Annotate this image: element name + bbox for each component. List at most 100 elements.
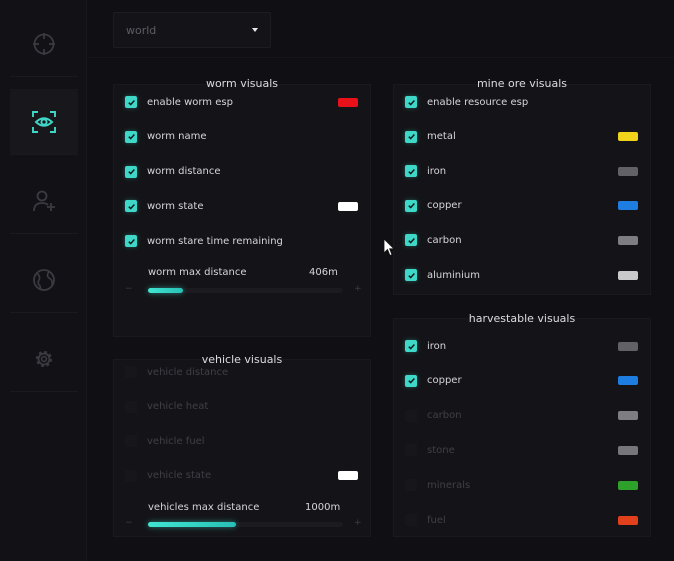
worm-worm-stare-time-remaining-label: worm stare time remaining <box>147 235 283 247</box>
worm-worm-state-color-swatch[interactable] <box>338 201 358 211</box>
mine-copper-label: copper <box>427 200 462 212</box>
vehicle-vehicle-heat-checkbox[interactable] <box>125 400 137 413</box>
mine-metal-color-swatch[interactable] <box>618 132 638 142</box>
mine-enable-resource-esp-label: enable resource esp <box>427 96 529 108</box>
harvest-stone-label: stone <box>427 444 455 456</box>
harvest-copper-color-swatch[interactable] <box>618 376 638 386</box>
worm-worm-stare-time-remaining-checkbox[interactable] <box>125 235 137 248</box>
vehicle-vehicle-fuel-checkbox[interactable] <box>125 435 137 448</box>
vehicle-vehicle-state-checkbox[interactable] <box>125 469 137 482</box>
mine-iron-checkbox[interactable] <box>405 165 417 178</box>
vehicle-vehicle-state-color-swatch[interactable] <box>338 471 358 481</box>
worm-distance-increase[interactable]: + <box>354 284 362 294</box>
mine-aluminium-row: aluminium <box>394 265 650 285</box>
harvest-fuel-color-swatch[interactable] <box>618 515 638 525</box>
harvest-iron-color-swatch[interactable] <box>618 341 638 351</box>
vehicle-vehicle-distance-label: vehicle distance <box>147 366 229 378</box>
user-add-icon <box>33 190 55 211</box>
mine-aluminium-checkbox[interactable] <box>405 269 417 281</box>
vehicle-vehicle-distance-row: vehicle distance <box>114 362 370 382</box>
harvest-carbon-color-swatch[interactable] <box>618 411 638 421</box>
harvest-carbon-label: carbon <box>427 410 462 422</box>
worm-worm-stare-time-remaining-row: worm stare time remaining <box>114 231 370 251</box>
worm-enable-worm-esp-label: enable worm esp <box>147 96 233 108</box>
vehicle-vehicle-heat-label: vehicle heat <box>147 401 209 413</box>
harvest-minerals-color-swatch[interactable] <box>618 480 638 490</box>
vehicle-distance-decrease[interactable]: − <box>125 518 133 528</box>
vehicles-max-distance-fill <box>148 522 236 527</box>
mine-carbon-label: carbon <box>427 234 462 246</box>
mine-aluminium-label: aluminium <box>427 269 480 281</box>
harvestable-visuals-panel: harvestable visuals iron copper carbon ston… <box>393 312 651 537</box>
sidebar-item-world[interactable] <box>10 247 78 313</box>
harvest-stone-row: stone <box>394 440 650 460</box>
sidebar <box>0 0 87 561</box>
harvest-copper-row: copper <box>394 371 650 391</box>
harvestable-visuals-title: harvestable visuals <box>468 312 576 325</box>
harvest-fuel-label: fuel <box>427 514 446 526</box>
sidebar-item-aim[interactable] <box>10 11 78 77</box>
vehicle-vehicle-state-row: vehicle state <box>114 466 370 486</box>
sidebar-item-settings[interactable] <box>10 326 78 392</box>
worm-max-distance-slider[interactable] <box>148 288 343 293</box>
worm-worm-state-label: worm state <box>147 200 204 212</box>
worm-enable-worm-esp-color-swatch[interactable] <box>338 97 358 107</box>
mine-enable-resource-esp-checkbox[interactable] <box>405 96 417 108</box>
chevron-down-icon <box>252 28 258 32</box>
world-dropdown-value: world <box>126 23 157 37</box>
harvest-carbon-row: carbon <box>394 406 650 426</box>
mine-iron-color-swatch[interactable] <box>618 166 638 176</box>
worm-max-distance-label: worm max distance <box>148 267 247 278</box>
mine-enable-resource-esp-row: enable resource esp <box>394 92 650 112</box>
harvest-copper-label: copper <box>427 375 462 387</box>
sidebar-item-players[interactable] <box>10 168 78 234</box>
mine-ore-visuals-panel: mine ore visuals enable resource esp meta… <box>393 77 651 295</box>
globe-icon <box>33 268 55 291</box>
gear-icon <box>35 350 53 367</box>
harvest-copper-checkbox[interactable] <box>405 374 417 387</box>
mine-metal-label: metal <box>427 131 456 143</box>
vehicle-vehicle-fuel-label: vehicle fuel <box>147 435 205 447</box>
vehicle-visuals-panel: vehicle visuals vehicle distance vehicle … <box>113 353 371 537</box>
vehicles-max-distance-value: 1000m <box>305 502 341 513</box>
worm-enable-worm-esp-checkbox[interactable] <box>125 96 137 108</box>
mine-carbon-row: carbon <box>394 230 650 250</box>
mouse-cursor-icon <box>383 238 395 257</box>
worm-worm-distance-row: worm distance <box>114 162 370 182</box>
worm-visuals-title: worm visuals <box>205 77 279 90</box>
mine-iron-row: iron <box>394 161 650 181</box>
worm-max-distance-value: 406m <box>309 267 338 278</box>
worm-worm-state-checkbox[interactable] <box>125 200 137 213</box>
harvest-iron-row: iron <box>394 336 650 356</box>
worm-worm-name-row: worm name <box>114 127 370 147</box>
crosshair-icon <box>33 32 55 55</box>
mine-aluminium-color-swatch[interactable] <box>618 270 638 280</box>
vehicle-vehicle-heat-row: vehicle heat <box>114 397 370 417</box>
vehicles-max-distance-slider[interactable] <box>148 522 343 527</box>
mine-copper-checkbox[interactable] <box>405 199 417 212</box>
mine-carbon-checkbox[interactable] <box>405 234 417 247</box>
harvest-minerals-checkbox[interactable] <box>405 479 417 492</box>
world-dropdown[interactable]: world <box>113 12 271 48</box>
worm-worm-distance-checkbox[interactable] <box>125 165 137 178</box>
vehicle-vehicle-distance-checkbox[interactable] <box>125 366 137 378</box>
mine-metal-checkbox[interactable] <box>405 130 417 143</box>
worm-enable-worm-esp-row: enable worm esp <box>114 92 370 112</box>
worm-worm-name-label: worm name <box>147 131 207 143</box>
eye-icon <box>32 110 56 133</box>
harvest-carbon-checkbox[interactable] <box>405 409 417 422</box>
mine-copper-color-swatch[interactable] <box>618 201 638 211</box>
harvest-stone-color-swatch[interactable] <box>618 445 638 455</box>
harvest-stone-checkbox[interactable] <box>405 444 417 457</box>
harvest-iron-checkbox[interactable] <box>405 340 417 352</box>
mine-copper-row: copper <box>394 196 650 216</box>
worm-worm-name-checkbox[interactable] <box>125 130 137 143</box>
vehicles-max-distance-label: vehicles max distance <box>148 502 260 513</box>
mine-iron-label: iron <box>427 165 447 177</box>
vehicle-distance-increase[interactable]: + <box>354 518 362 528</box>
harvest-iron-label: iron <box>427 340 447 352</box>
harvest-fuel-checkbox[interactable] <box>405 514 417 526</box>
mine-carbon-color-swatch[interactable] <box>618 235 638 245</box>
sidebar-item-visuals[interactable] <box>10 89 78 155</box>
worm-distance-decrease[interactable]: − <box>125 284 133 294</box>
